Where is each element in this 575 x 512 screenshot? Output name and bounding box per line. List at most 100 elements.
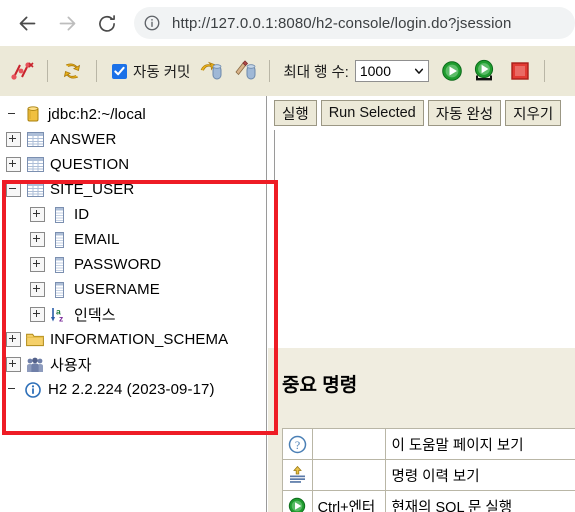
command-row: Ctrl+엔터 현재의 SQL 문 실행 <box>282 490 575 512</box>
table-icon <box>26 131 44 149</box>
table-icon <box>26 157 44 172</box>
url-text: http://127.0.0.1:8080/h2-console/login.d… <box>172 14 512 32</box>
tree-node-label: H2 2.2.224 (2023-09-17) <box>48 381 215 398</box>
tree-node-label: QUESTION <box>50 156 130 173</box>
stop-button[interactable] <box>507 58 533 84</box>
toolbar-separator <box>96 60 97 82</box>
run-green-icon <box>289 497 306 512</box>
chevron-down-icon <box>414 68 423 74</box>
database-icon <box>24 106 42 124</box>
command-desc-cell: 명령 이력 보기 <box>385 459 575 491</box>
max-rows-value: 1000 <box>359 63 391 79</box>
tree-expander-minus[interactable] <box>6 182 21 197</box>
tree-expander-plus[interactable] <box>6 332 21 347</box>
history-icon <box>286 464 308 486</box>
autocommit-checkbox[interactable] <box>112 63 127 79</box>
tree-node-username[interactable]: USERNAME <box>0 277 263 302</box>
max-rows-label: 최대 행 수: <box>283 64 349 81</box>
users-icon <box>27 357 43 372</box>
tree-node-id[interactable]: ID <box>0 202 263 227</box>
tree-expander-plus[interactable] <box>30 282 45 297</box>
tree-node-인덱스[interactable]: a z 인덱스 <box>0 302 263 327</box>
tree-expander-placeholder <box>6 108 19 121</box>
disconnect-button[interactable] <box>10 58 36 84</box>
tree-expander-plus[interactable] <box>30 257 45 272</box>
tree-expander-plus[interactable] <box>30 307 45 322</box>
folder-icon <box>26 333 44 347</box>
sql-editor-textarea[interactable] <box>274 130 575 348</box>
run-selected-icon <box>474 59 493 81</box>
editor-button-3[interactable]: 지우기 <box>505 100 562 126</box>
tree-node-label: PASSWORD <box>74 256 162 273</box>
command-row: 명령 이력 보기 <box>282 459 575 491</box>
reload-icon <box>99 15 115 32</box>
svg-text:?: ? <box>295 438 300 452</box>
site-info-button[interactable] <box>138 9 166 37</box>
column-icon <box>50 231 68 249</box>
tree-node-label: ID <box>74 206 90 223</box>
arrow-right-icon <box>59 16 75 30</box>
info-icon <box>25 381 41 398</box>
tree-node-사용자[interactable]: 사용자 <box>0 352 263 377</box>
tree-expander-plus[interactable] <box>6 157 21 172</box>
svg-text:z: z <box>59 314 63 324</box>
refresh-button[interactable] <box>59 58 85 84</box>
command-desc-cell: 현재의 SQL 문 실행 <box>385 490 575 512</box>
history-icon <box>289 466 305 483</box>
run-selected-button[interactable] <box>471 58 497 84</box>
index-sort-icon: az <box>51 307 63 324</box>
address-bar[interactable]: http://127.0.0.1:8080/h2-console/login.d… <box>134 7 575 39</box>
database-icon <box>27 106 39 122</box>
tree-node-label: 인덱스 <box>74 307 116 324</box>
run-green-icon <box>286 495 308 512</box>
command-icon-cell <box>282 459 313 491</box>
tree-expander-plus[interactable] <box>30 232 45 247</box>
editor-button-row: 실행 Run Selected 자동 완성 지우기 <box>268 96 575 130</box>
tree-expander-plus[interactable] <box>30 207 45 222</box>
tree-node-information-schema[interactable]: INFORMATION_SCHEMA <box>0 327 263 352</box>
command-desc-cell: 이 도움말 페이지 보기 <box>385 428 575 460</box>
editor-button-1[interactable]: Run Selected <box>320 100 424 126</box>
command-icon-cell <box>282 490 313 512</box>
tree-node-label: EMAIL <box>74 231 120 248</box>
rollback-button[interactable] <box>232 58 258 84</box>
tree-node-jdbc-h2-local[interactable]: jdbc:h2:~/local <box>0 102 263 127</box>
forward-button[interactable] <box>50 6 84 40</box>
run-button[interactable] <box>439 58 465 84</box>
h2-console-browser-window: http://127.0.0.1:8080/h2-console/login.d… <box>0 0 575 512</box>
reload-button[interactable] <box>90 6 124 40</box>
browser-toolbar: http://127.0.0.1:8080/h2-console/login.d… <box>0 0 575 46</box>
important-commands-section: 중요 명령 ? 이 도움말 페이지 보기 명령 이력 보기 Ctrl+엔터 현재의 SQ… <box>268 348 575 512</box>
tree-node-answer[interactable]: ANSWER <box>0 127 263 152</box>
editor-button-2[interactable]: 자동 완성 <box>427 100 502 126</box>
tree-node-site-user[interactable]: SITE_USER <box>0 177 263 202</box>
tree-expander-plus[interactable] <box>6 132 21 147</box>
column-icon <box>50 206 68 224</box>
command-key-cell <box>311 428 387 460</box>
arrow-left-icon <box>19 16 35 30</box>
commands-table: ? 이 도움말 페이지 보기 명령 이력 보기 Ctrl+엔터 현재의 SQL 문 실행 <box>282 428 575 512</box>
refresh-icon <box>63 63 81 79</box>
database-tree-panel[interactable]: jdbc:h2:~/local ANSWER QUESTION SITE_USER ID… <box>0 96 263 512</box>
max-rows-select[interactable]: 1000 <box>354 60 429 82</box>
info-icon <box>24 381 42 399</box>
command-icon-cell: ? <box>282 428 313 460</box>
tree-node-h2-2-2-224-2023-09-17-[interactable]: H2 2.2.224 (2023-09-17) <box>0 377 263 402</box>
tree-node-email[interactable]: EMAIL <box>0 227 263 252</box>
editor-button-0[interactable]: 실행 <box>274 100 317 126</box>
users-icon <box>26 356 44 374</box>
command-row: ? 이 도움말 페이지 보기 <box>282 428 575 460</box>
back-button[interactable] <box>10 6 44 40</box>
tree-node-password[interactable]: PASSWORD <box>0 252 263 277</box>
table-icon <box>26 181 44 199</box>
tree-node-label: jdbc:h2:~/local <box>48 106 146 123</box>
commit-button[interactable] <box>198 58 224 84</box>
tree-expander-plus[interactable] <box>6 357 21 372</box>
tree-node-question[interactable]: QUESTION <box>0 152 263 177</box>
rollback-icon <box>235 60 256 80</box>
column-icon <box>50 281 68 299</box>
column-icon <box>50 256 68 274</box>
important-commands-title: 중요 명령 <box>282 375 358 396</box>
stop-icon <box>511 62 529 80</box>
checkmark-icon <box>114 66 125 75</box>
